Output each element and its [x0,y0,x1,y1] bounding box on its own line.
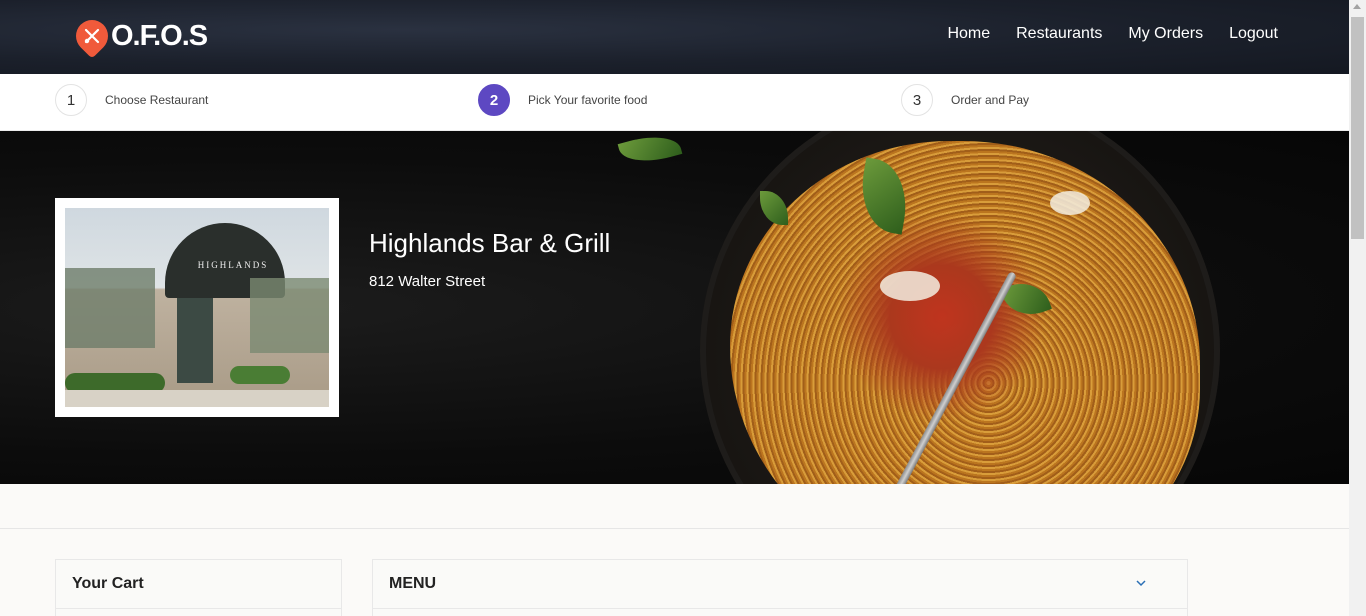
step-number: 2 [478,84,510,116]
shrub-right [230,366,290,384]
restaurant-photo: HIGHLANDS [65,208,329,407]
step-number: 3 [901,84,933,116]
basil-leaf-image [617,131,683,170]
top-navbar: O.F.O.S Home Restaurants My Orders Logou… [0,0,1349,74]
order-steps: 1 Choose Restaurant 2 Pick Your favorite… [0,74,1349,131]
step-label: Order and Pay [951,93,1030,107]
nav-restaurants-link[interactable]: Restaurants [1016,25,1102,43]
door-shape [177,298,213,383]
cheese-image [1050,191,1090,215]
step-order-pay: 3 Order and Pay [901,84,1029,116]
window-right [250,278,329,353]
restaurant-photo-frame: HIGHLANDS [55,198,339,417]
sidewalk [65,390,329,407]
menu-panel: MENU [372,559,1188,616]
fork-knife-logo-icon [69,13,115,59]
step-number: 1 [55,84,87,116]
nav-logout-link[interactable]: Logout [1229,25,1278,43]
step-label: Pick Your favorite food [528,93,648,107]
window-left [65,268,155,348]
cheese-image [880,271,940,301]
menu-header[interactable]: MENU [373,560,1187,609]
scroll-up-icon[interactable] [1353,4,1361,9]
nav-home-link[interactable]: Home [947,25,990,43]
chevron-down-icon[interactable] [1135,576,1147,594]
logo-text: O.F.O.S [111,19,208,52]
awning-sign-text: HIGHLANDS [197,260,269,270]
restaurant-address: 812 Walter Street [369,273,486,290]
section-divider [0,528,1349,529]
restaurant-name: Highlands Bar & Grill [369,228,611,258]
site-logo[interactable]: O.F.O.S [69,13,208,59]
cart-panel: Your Cart [55,559,342,616]
menu-title: MENU [389,575,437,592]
cart-title: Your Cart [56,560,341,609]
page-scrollbar[interactable] [1349,0,1366,616]
step-pick-food: 2 Pick Your favorite food [478,84,647,116]
step-label: Choose Restaurant [105,93,209,107]
step-choose-restaurant: 1 Choose Restaurant [55,84,208,116]
nav-my-orders-link[interactable]: My Orders [1128,25,1203,43]
restaurant-hero-banner: HIGHLANDS Highlands Bar & Grill 812 Walt… [0,131,1349,484]
scroll-thumb[interactable] [1351,17,1364,239]
main-nav: Home Restaurants My Orders Logout [947,25,1278,43]
